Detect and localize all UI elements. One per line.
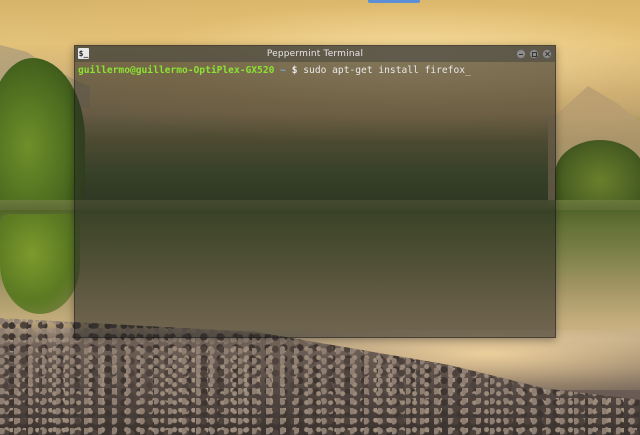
desktop: $_ Peppermint Terminal guillermo@guiller… <box>0 0 640 435</box>
terminal-output[interactable]: guillermo@guillermo-OptiPlex-GX520 ~ $ s… <box>75 62 555 79</box>
close-icon[interactable] <box>542 49 552 59</box>
prompt-user-host: guillermo@guillermo-OptiPlex-GX520 <box>78 65 275 76</box>
window-controls <box>516 49 552 59</box>
terminal-titlebar[interactable]: $_ Peppermint Terminal <box>75 46 555 62</box>
maximize-icon[interactable] <box>529 49 539 59</box>
command-text: sudo apt-get install firefox <box>303 65 466 76</box>
wallpaper-reflection <box>0 214 80 314</box>
window-title: Peppermint Terminal <box>266 49 364 59</box>
terminal-icon: $_ <box>78 48 89 59</box>
terminal-window[interactable]: $_ Peppermint Terminal guillermo@guiller… <box>74 45 556 338</box>
prompt-symbol: $ <box>291 65 304 76</box>
top-panel-indicator[interactable] <box>368 0 420 3</box>
prompt-path: ~ <box>274 65 292 76</box>
minimize-icon[interactable] <box>516 49 526 59</box>
text-cursor: _ <box>465 65 471 76</box>
wallpaper-trees-right <box>555 140 640 208</box>
